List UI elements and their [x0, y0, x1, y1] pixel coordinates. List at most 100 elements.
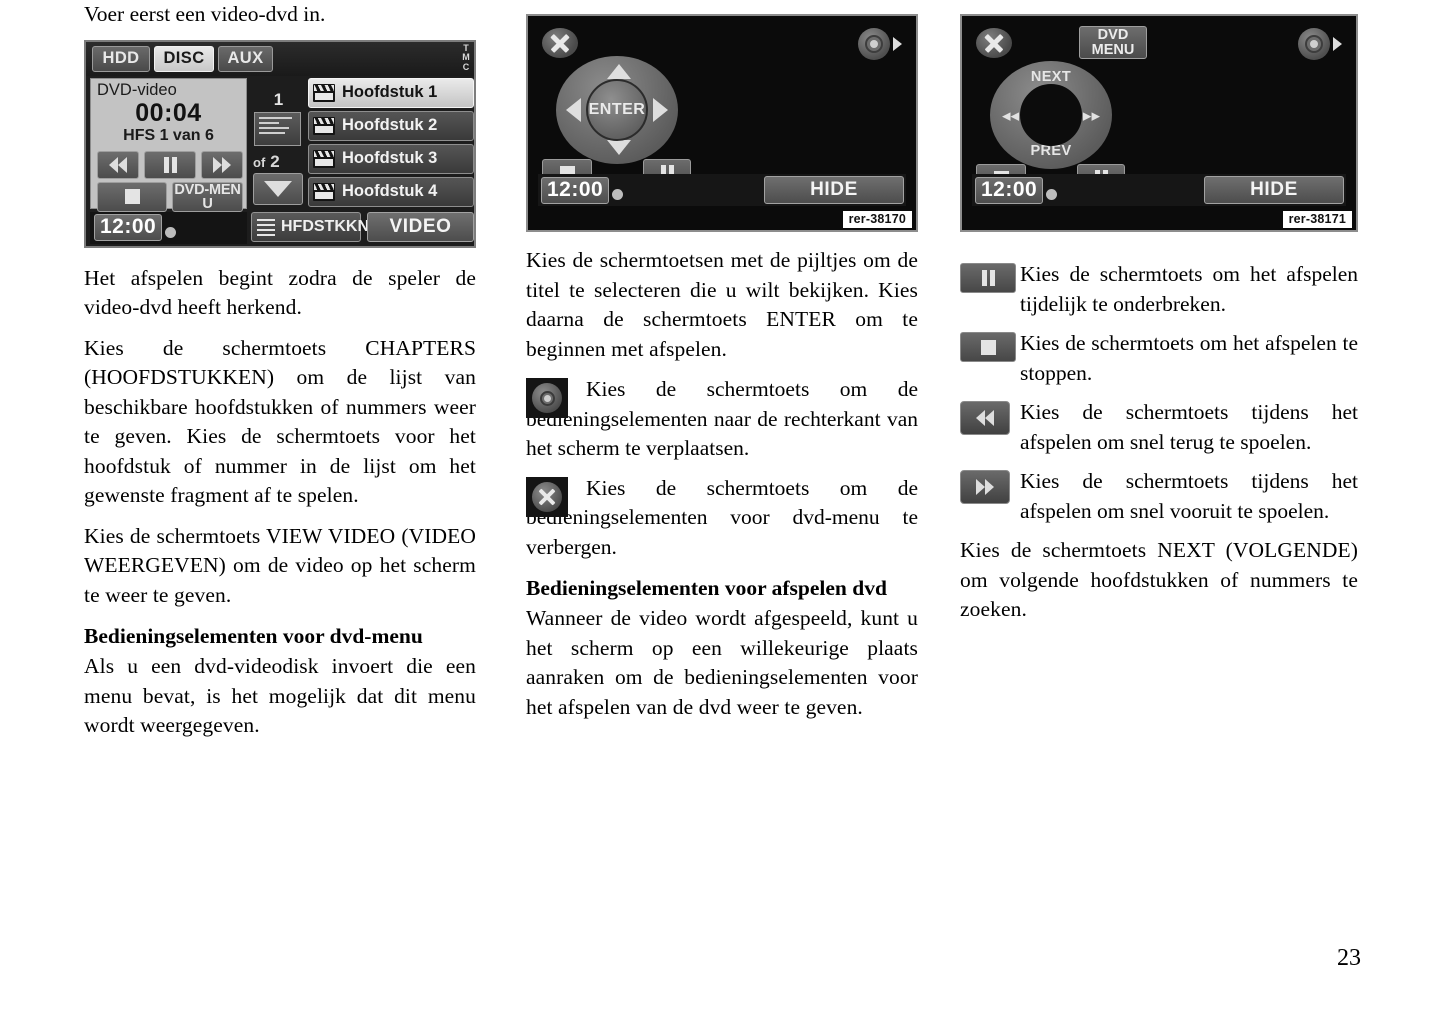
bullet-text: Kies de schermtoets tijdens het afspelen…	[1020, 400, 1358, 454]
middle-paragraph-1: Kies de schermtoetsen met de pijltjes om…	[526, 248, 918, 361]
dpad-center	[1020, 84, 1082, 146]
chapters-button[interactable]: HFDSTKKN	[251, 211, 369, 242]
tab-aux[interactable]: AUX	[218, 45, 273, 72]
source-label: DVD-video	[97, 80, 177, 99]
page-current: 1	[273, 89, 284, 109]
close-controls-button[interactable]	[976, 28, 1012, 58]
list-thumbnail-icon	[254, 111, 301, 146]
stop-icon	[124, 189, 140, 204]
chapter-label: Hoofdstuk 4	[342, 182, 438, 200]
bullet-fast-forward: Kies de schermtoets tijdens het afspelen…	[960, 467, 1358, 526]
move-controls-glyph	[532, 383, 562, 413]
left-paragraph-3: Kies de schermtoets VIEW VIDEO (VIDEO WE…	[84, 523, 476, 607]
right-arrow-icon[interactable]	[653, 98, 668, 122]
middle-heading-body: Wanneer de video wordt afgespeeld, kunt …	[526, 606, 918, 719]
bullet-hide-controls: Kies de schermtoets om de bedieningselem…	[526, 474, 918, 563]
close-icon	[549, 32, 571, 54]
video-button[interactable]: VIDEO	[367, 211, 474, 242]
move-controls-button[interactable]	[1298, 28, 1330, 60]
clock-value: 12:00	[541, 176, 610, 204]
down-arrow-icon[interactable]	[607, 140, 631, 155]
stop-glyph	[980, 339, 996, 355]
clapperboard-icon	[313, 83, 335, 102]
close-icon	[526, 476, 568, 517]
scroll-down-button[interactable]	[253, 172, 303, 205]
move-controls-dot	[1310, 40, 1318, 48]
dvd-menu-label: DVD MENU	[1091, 26, 1135, 58]
close-icon	[983, 32, 1005, 54]
fast-forward-icon	[213, 156, 231, 173]
pause-button[interactable]	[144, 150, 196, 179]
bullet-rewind: Kies de schermtoets tijdens het afspelen…	[960, 398, 1358, 457]
middle-column: ENTER 12:00 HIDE rer-38170 Kies de scher…	[526, 0, 918, 722]
hide-button[interactable]: HIDE	[1204, 176, 1344, 204]
move-right-arrow-icon	[1333, 37, 1342, 51]
move-controls-icon	[526, 378, 568, 418]
fast-forward-icon	[960, 470, 1010, 504]
fast-forward-glyph	[976, 479, 994, 495]
nav-screen-chapter-list: HDD DISC AUX TMC DVD-video 00:04 HFS 1 v…	[84, 39, 476, 248]
next-button[interactable]: NEXT	[1021, 69, 1081, 85]
dvd-menu-label: DVD-MEN U	[174, 181, 241, 212]
down-arrow-icon	[264, 180, 292, 197]
fast-forward-icon[interactable]: ▸▸	[1083, 107, 1100, 124]
rewind-icon	[960, 401, 1010, 435]
dvd-menu-button[interactable]: DVD MENU	[1079, 26, 1147, 59]
chapter-label: Hoofdstuk 3	[342, 149, 438, 167]
hide-button[interactable]: HIDE	[764, 176, 904, 204]
bullet-text: Kies de schermtoets om de bedieningselem…	[526, 475, 918, 559]
chapter-item-3[interactable]: Hoofdstuk 3	[308, 143, 474, 174]
screen-bottom-bar: 12:00 HIDE	[972, 174, 1346, 206]
figure-reference: rer-38170	[842, 211, 912, 228]
bullet-text: Kies de schermtoets om het afspelen tijd…	[1020, 262, 1358, 316]
tab-disc[interactable]: DISC	[154, 45, 214, 72]
right-column: DVD MENU NEXT PREV ◂◂ ▸▸ 12:00 HIDE rer-…	[960, 0, 1358, 625]
move-right-arrow-icon	[893, 37, 902, 51]
rewind-icon	[109, 156, 127, 173]
chapter-item-1[interactable]: Hoofdstuk 1	[308, 77, 474, 108]
nav-screen-dvd-menu-controls: ENTER 12:00 HIDE rer-38170	[526, 14, 918, 232]
bullet-pause: Kies de schermtoets om het afspelen tijd…	[960, 260, 1358, 319]
left-arrow-icon[interactable]	[566, 98, 581, 122]
playback-info-panel: DVD-video 00:04 HFS 1 van 6 DVD-MEN U	[90, 77, 247, 212]
nav-screen-playback-controls: DVD MENU NEXT PREV ◂◂ ▸▸ 12:00 HIDE rer-…	[960, 14, 1358, 232]
clapperboard-icon	[313, 182, 335, 201]
rewind-icon[interactable]: ◂◂	[1002, 107, 1019, 124]
middle-heading: Bedieningselementen voor afspelen dvd	[526, 576, 887, 600]
pause-glyph	[981, 270, 996, 286]
page-total: of 2	[253, 151, 280, 171]
chapters-button-label: HFDSTKKN	[281, 217, 369, 235]
chapter-item-2[interactable]: Hoofdstuk 2	[308, 110, 474, 141]
globe-icon	[1046, 189, 1058, 200]
left-heading-body: Als u een dvd-videodisk invoert die een …	[84, 654, 476, 737]
bullet-text: Kies de schermtoets om het afspelen te s…	[1020, 331, 1358, 385]
move-controls-button[interactable]	[858, 28, 890, 60]
dvd-menu-button[interactable]: DVD-MEN U	[172, 181, 243, 212]
left-heading: Bedieningselementen voor dvd-menu	[84, 624, 423, 648]
chapter-item-4[interactable]: Hoofdstuk 4	[308, 176, 474, 207]
intro-text: Voer eerst een video-dvd in.	[84, 2, 326, 26]
rewind-button[interactable]	[97, 150, 139, 179]
clock-value: 12:00	[975, 176, 1044, 204]
bullet-text: Kies de schermtoets om de bedieningselem…	[526, 377, 918, 460]
left-paragraph-2: Kies de schermtoets CHAPTERS (HOOFDSTUKK…	[84, 335, 476, 508]
tab-hdd[interactable]: HDD	[92, 45, 150, 72]
enter-button[interactable]: ENTER	[586, 79, 648, 141]
screen-bottom-bar: 12:00 HIDE	[538, 174, 906, 206]
track-status: HFS 1 van 6	[123, 126, 214, 144]
fast-forward-button[interactable]	[201, 150, 243, 179]
clapperboard-icon	[313, 116, 335, 135]
dpad-navigation: ENTER	[556, 56, 678, 164]
stop-button[interactable]	[97, 181, 167, 212]
stop-icon	[960, 332, 1016, 362]
chapter-label: Hoofdstuk 2	[342, 116, 438, 134]
left-paragraph-1: Het afspelen begint zodra de speler de v…	[84, 265, 476, 320]
clock-bar: 12:00	[90, 211, 247, 244]
close-controls-button[interactable]	[542, 28, 578, 58]
screen-bottom-bar: HFDSTKKN VIDEO	[251, 211, 474, 244]
up-arrow-icon[interactable]	[607, 64, 631, 79]
elapsed-time: 00:04	[135, 98, 202, 127]
close-x-icon	[537, 487, 557, 507]
chapter-list: Hoofdstuk 1 Hoofdstuk 2 Hoofdstuk 3 Hoof…	[308, 77, 474, 210]
bullet-stop: Kies de schermtoets om het afspelen te s…	[960, 329, 1358, 388]
